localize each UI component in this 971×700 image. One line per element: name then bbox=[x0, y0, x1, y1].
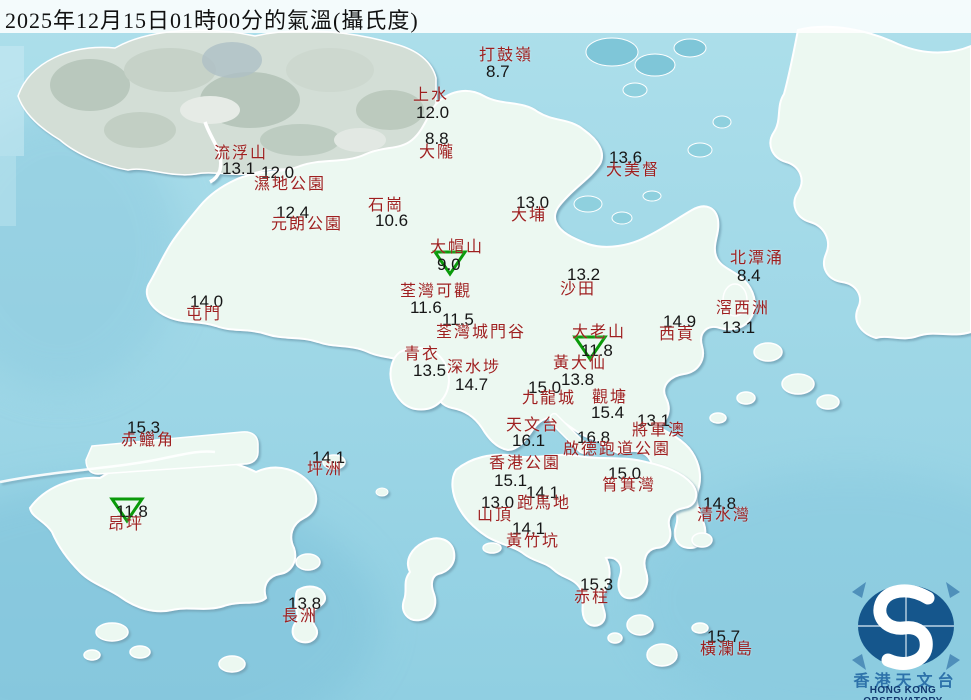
station-name: 上水 bbox=[413, 85, 450, 104]
station-name: 青衣 bbox=[404, 344, 441, 363]
temperature-map-screen: 2025年12月15日01時00分的氣溫(攝氏度) 8.7 打鼓嶺 12.0 上水 8.… bbox=[0, 0, 971, 700]
station-temp: 8.4 bbox=[737, 266, 761, 285]
station-name: 香港公園 bbox=[489, 453, 562, 472]
station-name: 筲箕灣 bbox=[602, 475, 657, 494]
station-name: 長洲 bbox=[282, 606, 319, 625]
station-name: 將軍澳 bbox=[632, 420, 687, 439]
station-temp: 13.1 bbox=[722, 318, 756, 337]
station-name: 西貢 bbox=[659, 324, 696, 343]
stations-layer: 8.7 打鼓嶺 12.0 上水 8.8 大隴 13.6 大美督 13.1 流浮山 12.0 濕地公園 1… bbox=[0, 0, 971, 700]
map-title: 2025年12月15日01時00分的氣溫(攝氏度) bbox=[5, 8, 419, 33]
station-name: 屯門 bbox=[186, 304, 223, 323]
station-name: 大埔 bbox=[511, 205, 548, 224]
station-name: 黃竹坑 bbox=[506, 531, 561, 550]
station-name: 黃大仙 bbox=[553, 353, 608, 372]
station-name: 清水灣 bbox=[697, 505, 752, 524]
station-temp: 16.1 bbox=[512, 431, 546, 450]
station-temp: 11.6 bbox=[410, 298, 442, 317]
station-temp: 13.8 bbox=[561, 370, 595, 389]
station-name: 坪洲 bbox=[307, 459, 344, 478]
station-temp: 13.5 bbox=[413, 361, 447, 380]
station-temp: 15.1 bbox=[494, 471, 528, 490]
station-name: 滘西洲 bbox=[716, 298, 771, 317]
station-name: 沙田 bbox=[560, 279, 597, 298]
station-name: 橫瀾島 bbox=[700, 639, 755, 658]
station-name: 深水埗 bbox=[447, 357, 502, 376]
station-name: 大老山 bbox=[572, 322, 627, 341]
station-name: 昂坪 bbox=[108, 514, 145, 533]
station-name: 大隴 bbox=[419, 142, 456, 161]
title-bar: 2025年12月15日01時00分的氣溫(攝氏度) bbox=[0, 0, 971, 33]
station-name: 九龍城 bbox=[522, 388, 577, 407]
station-temp: 12.0 bbox=[416, 103, 450, 122]
station-name: 赤鱲角 bbox=[121, 430, 176, 449]
station-temp: 13.1 bbox=[222, 159, 256, 178]
station-name: 荃灣可觀 bbox=[400, 281, 473, 300]
logo-english-name: HONG KONG OBSERVATORY bbox=[863, 685, 942, 700]
station-name: 山頂 bbox=[477, 505, 514, 524]
station-name: 流浮山 bbox=[214, 143, 269, 162]
station-name: 啟德跑道公園 bbox=[563, 439, 672, 458]
station-temp: 8.7 bbox=[486, 62, 510, 81]
station-temp: 14.7 bbox=[455, 375, 489, 394]
station-name: 荃灣城門谷 bbox=[436, 322, 527, 341]
station-name: 觀塘 bbox=[592, 387, 629, 406]
station-name: 石崗 bbox=[368, 195, 405, 214]
station-name: 濕地公園 bbox=[254, 174, 327, 193]
station-temp: 10.6 bbox=[375, 211, 409, 230]
station-name: 天文台 bbox=[506, 415, 561, 434]
station-name: 赤柱 bbox=[574, 587, 611, 606]
station-name: 北潭涌 bbox=[730, 248, 785, 267]
station-name: 打鼓嶺 bbox=[479, 45, 534, 64]
station-name: 跑馬地 bbox=[517, 493, 572, 512]
station-temp: 15.4 bbox=[591, 403, 625, 422]
station-name: 大美督 bbox=[606, 160, 661, 179]
station-name: 元朗公園 bbox=[271, 214, 344, 233]
station-name: 大帽山 bbox=[430, 237, 485, 256]
station-temp: 9.0 bbox=[437, 255, 461, 274]
